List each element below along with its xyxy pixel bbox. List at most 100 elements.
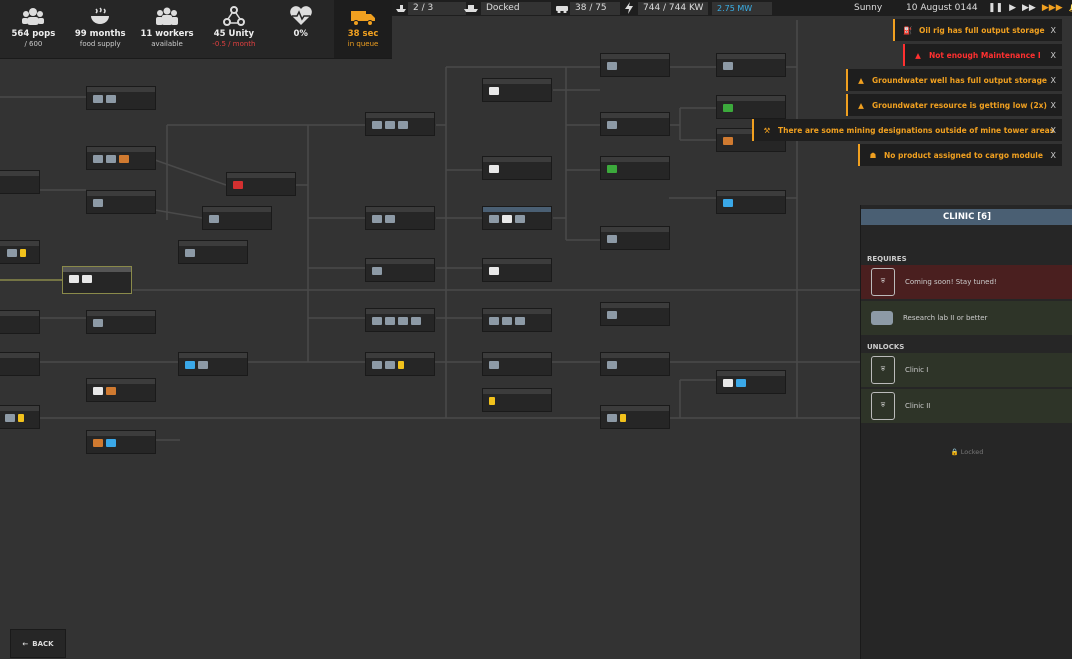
tech-node[interactable] bbox=[86, 146, 156, 170]
power-mw[interactable]: 2.75 MW bbox=[712, 1, 772, 15]
vehicle-icon bbox=[555, 1, 569, 15]
tech-node[interactable] bbox=[86, 378, 156, 402]
tech-node[interactable] bbox=[0, 352, 40, 376]
tech-node[interactable] bbox=[0, 405, 40, 429]
notification[interactable]: ⛽ Oil rig has full output storage X bbox=[893, 19, 1062, 41]
pause-icon[interactable]: ❚❚ bbox=[988, 3, 1003, 13]
tech-node[interactable] bbox=[86, 190, 156, 214]
tech-node[interactable] bbox=[178, 352, 248, 376]
edict-badge-icon: ⛨ bbox=[871, 356, 895, 384]
date-label: 10 August 0144 bbox=[906, 3, 978, 13]
locked-status: 🔒 Locked bbox=[861, 448, 1072, 456]
stats-bar: 564 pops / 600 99 months food supply 11 … bbox=[0, 0, 392, 59]
power-counter[interactable]: 744 / 744 KW bbox=[638, 1, 709, 15]
tech-node[interactable] bbox=[600, 226, 670, 250]
tech-node[interactable] bbox=[600, 112, 670, 136]
unlock-text: Clinic II bbox=[905, 402, 931, 410]
stat-sub: available bbox=[151, 40, 183, 48]
stat-population[interactable]: 564 pops / 600 bbox=[0, 0, 67, 58]
close-icon[interactable]: X bbox=[1051, 101, 1056, 110]
notification[interactable]: ▲ Groundwater well has full output stora… bbox=[846, 69, 1062, 91]
tech-node-selected[interactable] bbox=[62, 266, 132, 294]
tech-node[interactable] bbox=[178, 240, 248, 264]
stat-food[interactable]: 99 months food supply bbox=[67, 0, 134, 58]
tech-node[interactable] bbox=[600, 352, 670, 376]
tech-node[interactable] bbox=[365, 352, 435, 376]
tech-node[interactable] bbox=[482, 352, 552, 376]
stat-sub: / 600 bbox=[24, 40, 43, 48]
unity-icon bbox=[221, 4, 247, 28]
back-button[interactable]: ← BACK bbox=[10, 629, 66, 658]
stat-unity[interactable]: 45 Unity -0.5 / month bbox=[200, 0, 267, 58]
cargo-icon: ☗ bbox=[869, 150, 877, 160]
unlock-item[interactable]: ⛨ Clinic I bbox=[861, 353, 1072, 387]
stat-sub: food supply bbox=[79, 40, 121, 48]
stat-workers[interactable]: 11 workers available bbox=[134, 0, 201, 58]
tech-node[interactable] bbox=[365, 112, 435, 136]
ships-counter[interactable]: 2 / 3 bbox=[408, 1, 466, 15]
tech-node[interactable] bbox=[86, 430, 156, 454]
notification-text: Groundwater well has full output storage bbox=[872, 75, 1048, 85]
tech-node[interactable] bbox=[365, 258, 435, 282]
notification[interactable]: ⚒ There are some mining designations out… bbox=[752, 119, 1062, 141]
edict-badge-icon: ⛨ bbox=[871, 392, 895, 420]
tech-node[interactable] bbox=[365, 206, 435, 230]
play-icon[interactable]: ▶ bbox=[1009, 3, 1016, 13]
speed-controls: ❚❚ ▶ ▶▶ ▶▶▶ 🔔 bbox=[988, 1, 1072, 15]
tech-node[interactable] bbox=[600, 53, 670, 77]
unlocks-label: UNLOCKS bbox=[867, 343, 905, 351]
notification[interactable]: ▲ Not enough Maintenance I X bbox=[903, 44, 1062, 66]
tech-node[interactable] bbox=[86, 310, 156, 334]
tech-node[interactable] bbox=[482, 78, 552, 102]
tech-node[interactable] bbox=[600, 405, 670, 429]
tech-node[interactable] bbox=[482, 206, 552, 230]
notification[interactable]: ▲ Groundwater resource is getting low (2… bbox=[846, 94, 1062, 116]
tech-node[interactable] bbox=[716, 53, 786, 77]
notification[interactable]: ☗ No product assigned to cargo module X bbox=[858, 144, 1062, 166]
tech-node[interactable] bbox=[716, 95, 786, 119]
warning-icon: ▲ bbox=[858, 100, 864, 110]
tech-node[interactable] bbox=[482, 258, 552, 282]
fastest-forward-icon[interactable]: ▶▶▶ bbox=[1042, 3, 1063, 13]
power-icon bbox=[624, 1, 634, 15]
tech-node[interactable] bbox=[86, 86, 156, 110]
close-icon[interactable]: X bbox=[1051, 26, 1056, 35]
tech-node[interactable] bbox=[716, 370, 786, 394]
stat-value: 11 workers bbox=[140, 29, 194, 39]
tech-node[interactable] bbox=[0, 310, 40, 334]
stat-health[interactable]: 0% bbox=[267, 0, 334, 58]
food-bowl-icon bbox=[87, 4, 113, 28]
tech-node[interactable] bbox=[202, 206, 272, 230]
tech-node[interactable] bbox=[600, 156, 670, 180]
tech-node[interactable] bbox=[600, 302, 670, 326]
people-icon bbox=[20, 4, 46, 28]
dock-icon bbox=[464, 1, 478, 15]
dock-status[interactable]: Docked bbox=[481, 1, 551, 15]
detail-panel: CLINIC [6] REQUIRES ⛨ Coming soon! Stay … bbox=[860, 205, 1072, 659]
stat-value: 45 Unity bbox=[213, 29, 255, 39]
pickaxe-icon: ⚒ bbox=[763, 125, 771, 135]
close-icon[interactable]: X bbox=[1051, 51, 1056, 60]
tech-node[interactable] bbox=[482, 388, 552, 412]
fast-forward-icon[interactable]: ▶▶ bbox=[1022, 3, 1036, 13]
stat-queue[interactable]: 38 sec in queue bbox=[334, 0, 392, 58]
requirement-item[interactable]: Research lab II or better bbox=[861, 301, 1072, 335]
vehicles-counter[interactable]: 38 / 75 bbox=[570, 1, 620, 15]
arrow-left-icon: ← bbox=[22, 639, 29, 648]
queue-value: 38 sec bbox=[347, 29, 379, 39]
close-icon[interactable]: X bbox=[1051, 76, 1056, 85]
tech-node[interactable] bbox=[482, 156, 552, 180]
tech-node[interactable] bbox=[365, 308, 435, 332]
tech-node[interactable] bbox=[0, 240, 40, 264]
close-icon[interactable]: X bbox=[1051, 151, 1056, 160]
bell-icon[interactable]: 🔔 bbox=[1069, 3, 1072, 13]
warning-icon: ▲ bbox=[915, 50, 921, 60]
requirement-item[interactable]: ⛨ Coming soon! Stay tuned! bbox=[861, 265, 1072, 299]
tech-node[interactable] bbox=[0, 170, 40, 194]
tech-node[interactable] bbox=[716, 190, 786, 214]
close-icon[interactable]: X bbox=[1051, 126, 1056, 135]
stat-value: 564 pops bbox=[11, 29, 56, 39]
tech-node[interactable] bbox=[482, 308, 552, 332]
tech-node[interactable] bbox=[226, 172, 296, 196]
unlock-item[interactable]: ⛨ Clinic II bbox=[861, 389, 1072, 423]
